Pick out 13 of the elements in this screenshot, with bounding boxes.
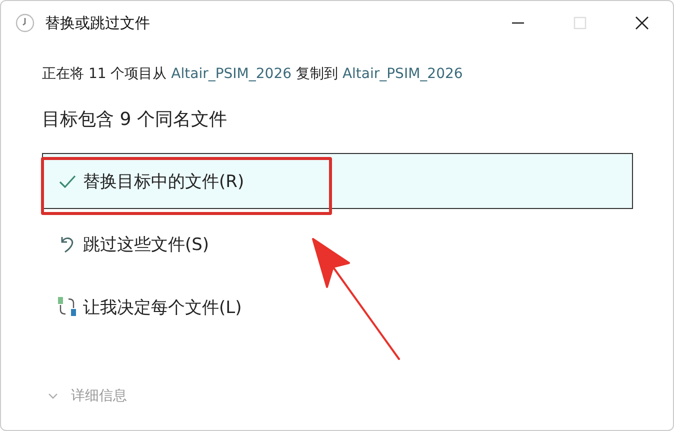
minimize-icon <box>510 22 526 24</box>
close-icon <box>634 15 650 31</box>
option-item[interactable]: 替换目标中的文件(R) <box>42 153 633 209</box>
conflict-heading: 目标包含 9 个同名文件 <box>42 108 228 131</box>
maximize-icon <box>572 15 588 31</box>
window-title: 替换或跳过文件 <box>45 14 150 32</box>
clock-icon <box>15 13 35 33</box>
option-item[interactable]: 让我决定每个文件(L) <box>42 279 633 335</box>
copy-message: 正在将 11 个项目从 Altair_PSIM_2026 复制到 Altair_PSIM_2026 <box>42 65 464 83</box>
option-item[interactable]: 跳过这些文件(S) <box>42 216 633 272</box>
folder-link[interactable]: Altair_PSIM_2026 <box>171 66 292 82</box>
swap-files-icon <box>57 296 77 318</box>
folder-link[interactable]: Altair_PSIM_2026 <box>342 66 463 82</box>
